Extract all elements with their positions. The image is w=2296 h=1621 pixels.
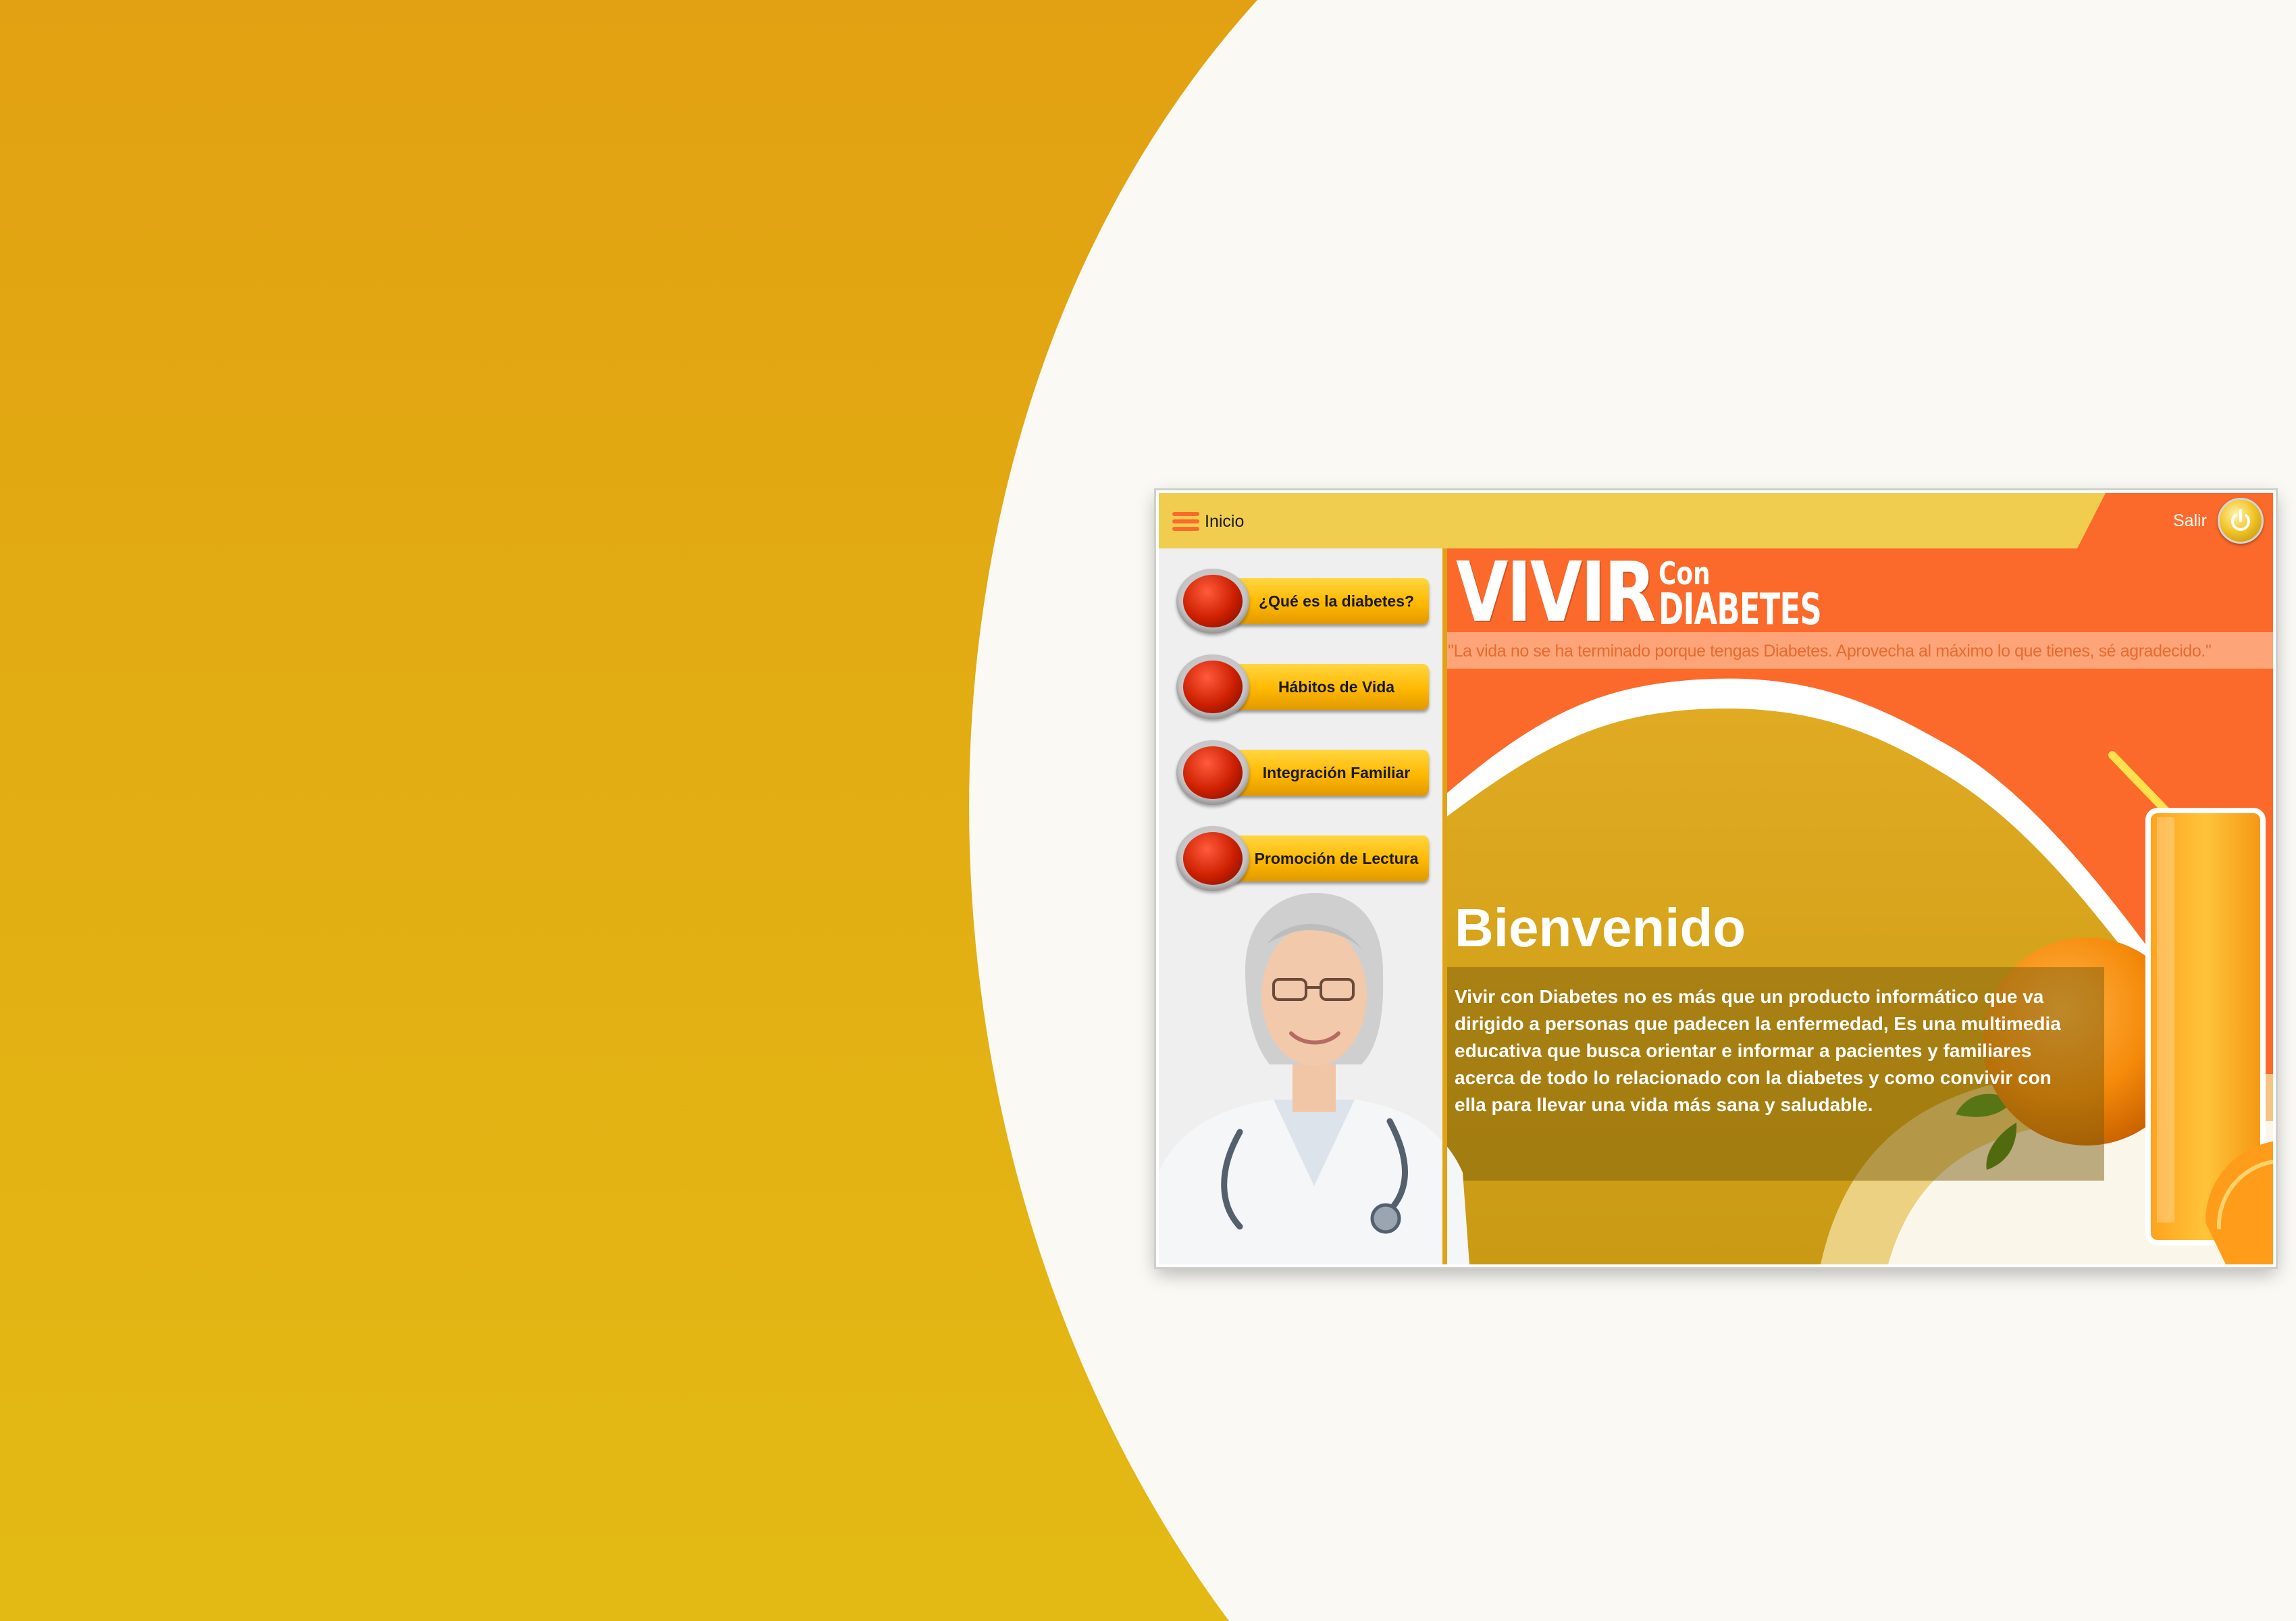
nav-label: ¿Qué es la diabetes?	[1258, 592, 1415, 610]
menu-label: Inicio	[1205, 511, 1245, 531]
red-round-button-icon	[1176, 826, 1249, 891]
app-window: Inicio Salir ¿Qué es la diabetes? Hábito…	[1156, 490, 2276, 1267]
logo-diabetes: DIABETES	[1659, 585, 1822, 635]
nav-label: Hábitos de Vida	[1278, 677, 1395, 696]
nav-integracion-familiar[interactable]: Integración Familiar	[1176, 740, 1433, 805]
nav-promocion-de-lectura[interactable]: Promoción de Lectura	[1176, 826, 1433, 891]
quote-text: "La vida no se ha terminado porque tenga…	[1448, 641, 2212, 661]
quote-band: "La vida no se ha terminado porque tenga…	[1442, 632, 2273, 669]
menu-button[interactable]: Inicio	[1172, 508, 1244, 535]
nav-label: Promoción de Lectura	[1254, 849, 1419, 867]
welcome-body: Vivir con Diabetes no es más que un prod…	[1455, 986, 2061, 1115]
doctor-image	[1159, 893, 1469, 1264]
nav-que-es-la-diabetes[interactable]: ¿Qué es la diabetes?	[1176, 569, 1433, 634]
logo-vivir: VIVIR	[1456, 548, 1656, 640]
app-logo: VIVIR Con DIABETES	[1456, 548, 1822, 640]
welcome-title: Bienvenido	[1455, 898, 1746, 958]
red-round-button-icon	[1176, 654, 1249, 719]
power-icon	[2218, 498, 2264, 544]
hamburger-menu-icon	[1172, 510, 1199, 533]
red-round-button-icon	[1176, 740, 1249, 805]
nav-habitos-de-vida[interactable]: Hábitos de Vida	[1176, 654, 1433, 719]
welcome-panel: Vivir con Diabetes no es más que un prod…	[1442, 967, 2104, 1181]
main-content: VIVIR Con DIABETES "La vida no se ha ter…	[1442, 548, 2273, 1264]
doctor-face	[1261, 925, 1367, 1066]
content-divider	[1442, 548, 1447, 1264]
exit-button[interactable]: Salir	[2173, 497, 2264, 544]
exit-label: Salir	[2172, 511, 2207, 530]
nav-label: Integración Familiar	[1262, 763, 1411, 781]
top-bar: Inicio Salir	[1159, 493, 2273, 548]
red-round-button-icon	[1176, 569, 1249, 634]
